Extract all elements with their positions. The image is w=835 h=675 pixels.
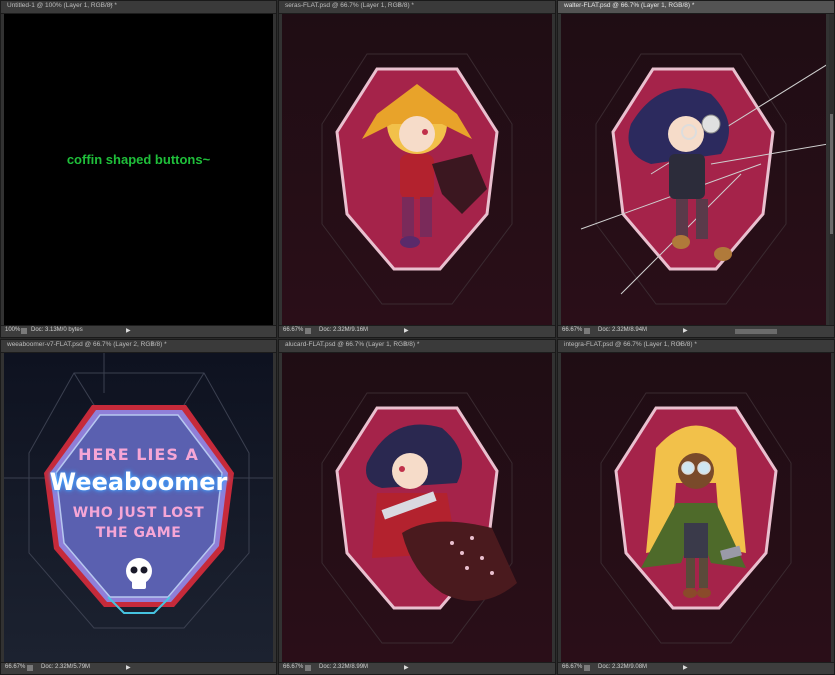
doc-size: Doc: 2.32M/8.94M [598, 327, 648, 333]
document-window-integra[interactable]: integra-FLAT.psd @ 66.7% (Layer 1, RGB/8… [557, 339, 835, 675]
status-menu-arrow-icon[interactable]: ▶ [126, 664, 131, 671]
status-info-icon[interactable] [305, 665, 311, 671]
status-info-icon[interactable] [584, 665, 590, 671]
tab-title: weeaboomer-v7-FLAT.psd @ 66.7% (Layer 2,… [7, 341, 167, 348]
document-tab[interactable]: weeaboomer-v7-FLAT.psd @ 66.7% (Layer 2,… [1, 340, 276, 353]
zoom-level[interactable]: 66.67% [562, 327, 582, 333]
coffin-button-artwork [600, 392, 792, 644]
tab-title: seras-FLAT.psd @ 66.7% (Layer 1, RGB/8) … [285, 2, 414, 9]
canvas[interactable] [282, 14, 552, 326]
doc-size: Doc: 2.32M/9.08M [598, 664, 648, 670]
status-info-icon[interactable] [27, 665, 33, 671]
zoom-level[interactable]: 66.67% [5, 664, 25, 670]
canvas[interactable] [561, 14, 826, 326]
caption-text: coffin shaped buttons~ [66, 152, 211, 167]
status-menu-arrow-icon[interactable]: ▶ [404, 327, 409, 334]
coffin-text-line2: Weeaboomer [49, 468, 228, 496]
doc-size: Doc: 2.32M/8.99M [319, 664, 369, 670]
horizontal-scrollbar-thumb[interactable] [735, 329, 777, 334]
status-bar: 100% Doc: 3.13M/0 bytes ▶ [1, 325, 276, 337]
tab-title: alucard-FLAT.psd @ 66.7% (Layer 1, RGB/8… [285, 341, 420, 348]
document-tab[interactable]: Untitled-1 @ 100% (Layer 1, RGB/8) * × [1, 1, 276, 14]
status-bar: 66.67% Doc: 2.32M/8.94M ▶ [558, 325, 834, 337]
close-icon[interactable]: × [151, 341, 155, 348]
tab-title: walter-FLAT.psd @ 66.7% (Layer 1, RGB/8)… [564, 2, 695, 9]
status-info-icon[interactable] [21, 328, 27, 334]
canvas[interactable] [282, 353, 552, 663]
canvas[interactable] [561, 353, 831, 663]
status-menu-arrow-icon[interactable]: ▶ [126, 327, 131, 334]
document-window-walter[interactable]: walter-FLAT.psd @ 66.7% (Layer 1, RGB/8)… [557, 0, 835, 338]
close-icon[interactable]: × [404, 341, 408, 348]
status-bar: 66.67% Doc: 2.32M/9.16M ▶ [279, 325, 555, 337]
zoom-level[interactable]: 66.67% [283, 664, 303, 670]
coffin-button-artwork [580, 53, 826, 305]
doc-size: Doc: 3.13M/0 bytes [31, 327, 83, 333]
canvas[interactable]: coffin shaped buttons~ [4, 14, 273, 326]
document-tab[interactable]: walter-FLAT.psd @ 66.7% (Layer 1, RGB/8)… [558, 1, 834, 14]
status-menu-arrow-icon[interactable]: ▶ [404, 664, 409, 671]
document-tab[interactable]: seras-FLAT.psd @ 66.7% (Layer 1, RGB/8) … [279, 1, 555, 14]
status-info-icon[interactable] [305, 328, 311, 334]
status-info-icon[interactable] [584, 328, 590, 334]
status-menu-arrow-icon[interactable]: ▶ [683, 664, 688, 671]
zoom-level[interactable]: 66.67% [283, 327, 303, 333]
coffin-text-line4: THE GAME [95, 525, 182, 541]
document-window-weeaboomer[interactable]: weeaboomer-v7-FLAT.psd @ 66.7% (Layer 2,… [0, 339, 277, 675]
zoom-level[interactable]: 100% [5, 327, 20, 333]
status-bar: 66.67% Doc: 2.32M/9.08M ▶ [558, 662, 834, 674]
scrollbar-thumb[interactable] [830, 114, 833, 234]
coffin-text-line1: HERE LIES A [78, 445, 199, 464]
close-icon[interactable]: × [678, 2, 682, 9]
zoom-level[interactable]: 66.67% [562, 664, 582, 670]
tab-title: integra-FLAT.psd @ 66.7% (Layer 1, RGB/8… [564, 341, 697, 348]
status-bar: 66.67% Doc: 2.32M/5.79M ▶ [1, 662, 276, 674]
status-bar: 66.67% Doc: 2.32M/8.99M ▶ [279, 662, 555, 674]
document-window-seras[interactable]: seras-FLAT.psd @ 66.7% (Layer 1, RGB/8) … [278, 0, 556, 338]
close-icon[interactable]: × [678, 341, 682, 348]
tab-title: Untitled-1 @ 100% (Layer 1, RGB/8) * [7, 2, 117, 9]
vertical-scrollbar[interactable] [829, 14, 834, 326]
coffin-button-artwork [321, 392, 517, 644]
doc-size: Doc: 2.32M/9.16M [319, 327, 369, 333]
close-icon[interactable]: × [109, 2, 113, 9]
doc-size: Doc: 2.32M/5.79M [41, 664, 91, 670]
document-tab[interactable]: integra-FLAT.psd @ 66.7% (Layer 1, RGB/8… [558, 340, 834, 353]
status-menu-arrow-icon[interactable]: ▶ [683, 327, 688, 334]
coffin-button-artwork [321, 53, 513, 305]
document-window-alucard[interactable]: alucard-FLAT.psd @ 66.7% (Layer 1, RGB/8… [278, 339, 556, 675]
coffin-text-line3: WHO JUST LOST [72, 505, 205, 521]
document-tab[interactable]: alucard-FLAT.psd @ 66.7% (Layer 1, RGB/8… [279, 340, 555, 353]
canvas[interactable]: HERE LIES A Weeaboomer WHO JUST LOST THE… [4, 353, 273, 663]
close-icon[interactable]: × [397, 2, 401, 9]
document-window-untitled[interactable]: Untitled-1 @ 100% (Layer 1, RGB/8) * × c… [0, 0, 277, 338]
